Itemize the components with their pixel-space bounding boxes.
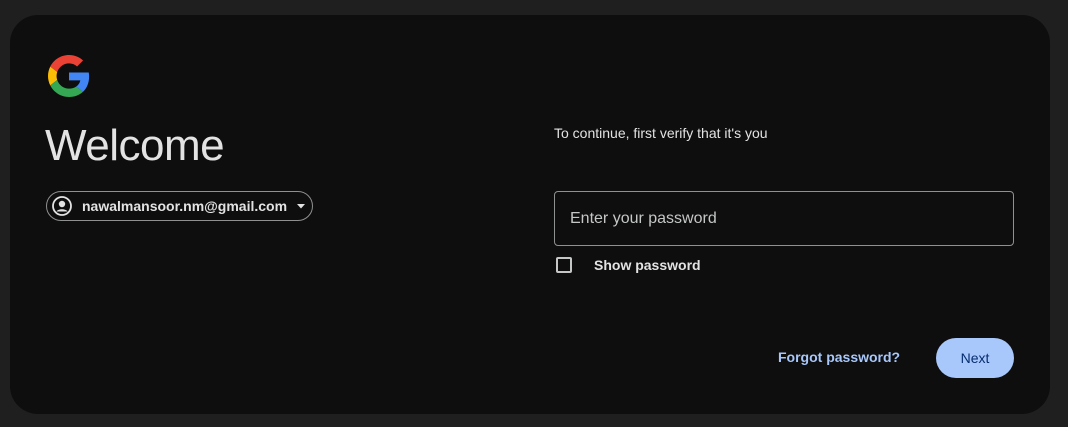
- caret-down-icon: [296, 201, 306, 211]
- password-input[interactable]: [555, 192, 1013, 245]
- page-title: Welcome: [45, 121, 225, 170]
- account-circle-icon: [52, 196, 72, 216]
- account-email: nawalmansoor.nm@gmail.com: [82, 198, 288, 214]
- verify-subtitle: To continue, first verify that it's you: [554, 125, 768, 141]
- show-password-checkbox[interactable]: [556, 257, 572, 273]
- sign-in-card: Welcome nawalmansoor.nm@gmail.com To con…: [10, 15, 1050, 414]
- account-chooser-button[interactable]: nawalmansoor.nm@gmail.com: [46, 191, 313, 221]
- next-button[interactable]: Next: [936, 338, 1014, 378]
- password-field: [554, 191, 1014, 246]
- forgot-password-link[interactable]: Forgot password?: [778, 349, 900, 365]
- google-logo-icon: [48, 55, 90, 97]
- show-password-label: Show password: [594, 257, 701, 273]
- show-password-row[interactable]: Show password: [556, 257, 701, 273]
